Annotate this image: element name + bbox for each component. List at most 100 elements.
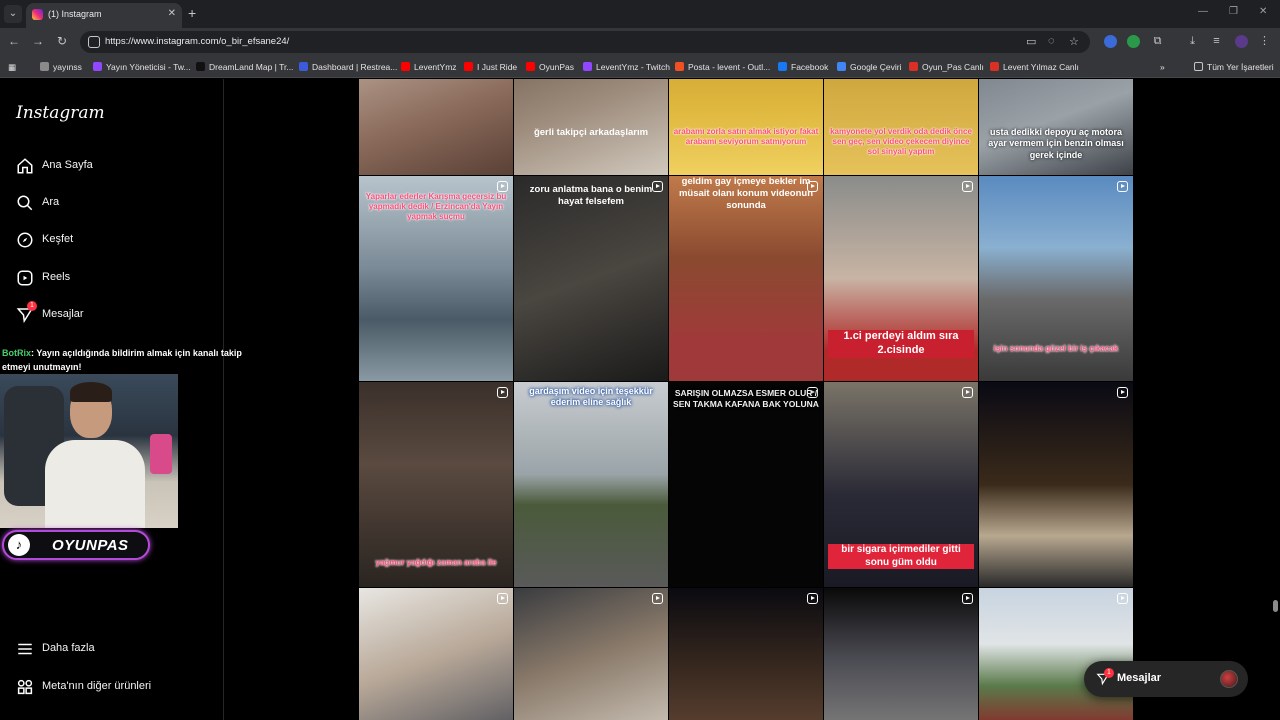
menu-icon — [18, 643, 32, 655]
nav-home[interactable]: Ana Sayfa — [16, 154, 206, 180]
bookmark-favicon-icon — [909, 62, 918, 71]
nav-reels[interactable]: Reels — [16, 266, 206, 292]
floating-messages-label: Mesajlar — [1117, 672, 1162, 684]
post-thumbnail[interactable]: zoru anlatma bana o benim hayat felsefem — [514, 176, 668, 381]
post-thumbnail[interactable] — [669, 588, 823, 720]
floating-messages-button[interactable]: 1 Mesajlar — [1084, 661, 1248, 697]
bookmark-item[interactable]: OyunPas — [526, 60, 574, 74]
webcam-feed — [0, 374, 178, 528]
post-thumbnail[interactable]: SARIŞIN OLMAZSA ESMER OLUR / SEN TAKMA K… — [669, 382, 823, 587]
bookmark-item[interactable]: Levent Yılmaz Canlı — [990, 60, 1079, 74]
nav-explore[interactable]: Keşfet — [16, 228, 206, 254]
reel-icon — [652, 593, 663, 604]
post-thumbnail[interactable]: usta dedikki depoyu aç motora ayar verme… — [979, 79, 1133, 175]
extension-icon[interactable] — [1127, 35, 1140, 48]
bookmark-item[interactable]: DreamLand Map | Tr... — [196, 60, 293, 74]
post-thumbnail[interactable]: kamyonete yol verdik oda dedik önce sen … — [824, 79, 978, 175]
post-thumbnail[interactable]: Yaparlar ederler Karışma geçersiz bu yap… — [359, 176, 513, 381]
apps-grid-icon[interactable]: ▦ — [8, 60, 16, 74]
bookmark-item[interactable]: Yayın Yöneticisi - Tw... — [93, 60, 191, 74]
nav-search[interactable]: Ara — [16, 191, 206, 217]
post-thumbnail[interactable] — [979, 382, 1133, 587]
install-app-icon[interactable]: ▭ — [1026, 35, 1036, 48]
bookmark-item[interactable]: Posta - levent - Outl... — [675, 60, 770, 74]
all-bookmarks-label: Tüm Yer İşaretleri — [1207, 62, 1274, 72]
post-thumbnail[interactable]: 1.ci perdeyi aldım sıra 2.cisinde — [824, 176, 978, 381]
bookmark-label: Oyun_Pas Canlı — [922, 62, 984, 72]
reel-icon — [962, 387, 973, 398]
url-text[interactable]: https://www.instagram.com/o_bir_efsane24… — [105, 36, 289, 47]
nav-messages[interactable]: 1 Mesajlar — [16, 301, 206, 329]
bookmark-star-icon[interactable]: ☆ — [1069, 35, 1079, 48]
download-icon[interactable]: ⤓ — [1186, 35, 1199, 48]
post-caption-overlay: kamyonete yol verdik oda dedik önce sen … — [830, 127, 972, 156]
bookmark-favicon-icon — [583, 62, 592, 71]
bookmark-item[interactable]: yayınss — [40, 60, 82, 74]
bookmark-item[interactable]: Facebook — [778, 60, 828, 74]
post-caption-overlay: Yaparlar ederler Karışma geçersiz bu yap… — [365, 192, 507, 221]
bookmark-item[interactable]: Oyun_Pas Canlı — [909, 60, 984, 74]
bookmark-label: Facebook — [791, 62, 829, 72]
profile-avatar[interactable] — [1235, 35, 1248, 48]
reload-icon[interactable]: ↻ — [54, 34, 70, 48]
extension-icon[interactable] — [1104, 35, 1117, 48]
post-caption-overlay: yağmur yağdığı zaman araba ile — [375, 558, 497, 567]
post-thumbnail[interactable] — [359, 79, 513, 175]
bookmark-item[interactable]: Google Çeviri — [837, 60, 902, 74]
nav-label: Mesajlar — [42, 308, 84, 320]
site-info-icon[interactable] — [88, 36, 100, 48]
post-thumbnail[interactable] — [514, 588, 668, 720]
all-bookmarks-folder[interactable]: Tüm Yer İşaretleri — [1194, 60, 1274, 74]
instagram-logo[interactable]: Instagram — [16, 103, 105, 123]
nav-label: Keşfet — [42, 233, 74, 245]
restore-icon[interactable]: ❐ — [1229, 6, 1238, 17]
reel-icon — [807, 593, 818, 604]
nav-label: Ana Sayfa — [42, 159, 93, 171]
bookmark-favicon-icon — [526, 62, 535, 71]
media-controls-icon[interactable]: ≡ — [1210, 35, 1223, 48]
bookmark-item[interactable]: I Just Ride — [464, 60, 517, 74]
post-caption-overlay: usta dedikki depoyu aç motora ayar verme… — [988, 127, 1124, 160]
new-tab-button[interactable]: + — [188, 5, 196, 21]
avatar — [1220, 670, 1238, 688]
post-thumbnail[interactable]: arabamı zorla satın almak istiyor fakat … — [669, 79, 823, 175]
window-close-icon[interactable]: ✕ — [1259, 6, 1267, 17]
chat-bot-message: BotRix: Yayın açıldığında bildirim almak… — [2, 346, 252, 374]
scrollbar-thumb[interactable] — [1273, 600, 1278, 612]
tab-close-icon[interactable]: ✕ — [168, 8, 176, 19]
bookmark-label: LeventYmz - Twitch — [596, 62, 671, 72]
bookmark-item[interactable]: Dashboard | Restrea... — [299, 60, 397, 74]
back-icon[interactable]: ← — [6, 34, 22, 48]
streamer-hair — [70, 382, 112, 402]
bookmark-favicon-icon — [990, 62, 999, 71]
tab-search-icon[interactable]: ⌄ — [4, 5, 22, 23]
bookmark-favicon-icon — [40, 62, 49, 71]
post-thumbnail[interactable]: gardaşım video için teşekkür ederim elin… — [514, 382, 668, 587]
post-thumbnail[interactable]: bir sigara içirmediler gitti sonu güm ol… — [824, 382, 978, 587]
nav-more[interactable]: Daha fazla — [16, 637, 206, 663]
bookmark-label: OyunPas — [539, 62, 574, 72]
extensions-puzzle-icon[interactable]: ⧉ — [1151, 35, 1164, 48]
browser-menu-icon[interactable]: ⋮ — [1258, 35, 1271, 48]
browser-tab[interactable]: (1) Instagram ✕ — [26, 3, 182, 28]
post-thumbnail[interactable] — [359, 588, 513, 720]
post-thumbnail[interactable]: ğerli takipçi arkadaşlarım — [514, 79, 668, 175]
post-thumbnail[interactable] — [979, 588, 1133, 720]
bookmark-item[interactable]: LeventYmz - Twitch — [583, 60, 670, 74]
post-thumbnail[interactable] — [824, 588, 978, 720]
post-thumbnail[interactable]: yağmur yağdığı zaman araba ile — [359, 382, 513, 587]
minimize-icon[interactable]: — — [1198, 6, 1208, 17]
more-bookmarks-icon[interactable]: » — [1160, 60, 1165, 74]
address-bar[interactable]: https://www.instagram.com/o_bir_efsane24… — [80, 31, 1090, 53]
nav-meta-products[interactable]: Meta'nın diğer ürünleri — [16, 675, 206, 701]
eye-off-icon[interactable]: ◌ — [1048, 35, 1055, 47]
post-thumbnail[interactable]: geldim gay içmeye bekler im müsait olanı… — [669, 176, 823, 381]
page-scrollbar[interactable] — [1270, 79, 1280, 720]
post-caption-overlay: işin sonunda güzel bir iş çıkacak — [993, 344, 1119, 353]
post-thumbnail[interactable]: işin sonunda güzel bir iş çıkacak — [979, 176, 1133, 381]
nav-label: Meta'nın diğer ürünleri — [42, 680, 152, 692]
forward-icon[interactable]: → — [30, 34, 46, 48]
browser-tab-strip: ⌄ (1) Instagram ✕ + — ❐ ✕ — [0, 0, 1280, 28]
bookmark-favicon-icon — [778, 62, 787, 71]
bookmark-item[interactable]: LeventYmz — [401, 60, 457, 74]
